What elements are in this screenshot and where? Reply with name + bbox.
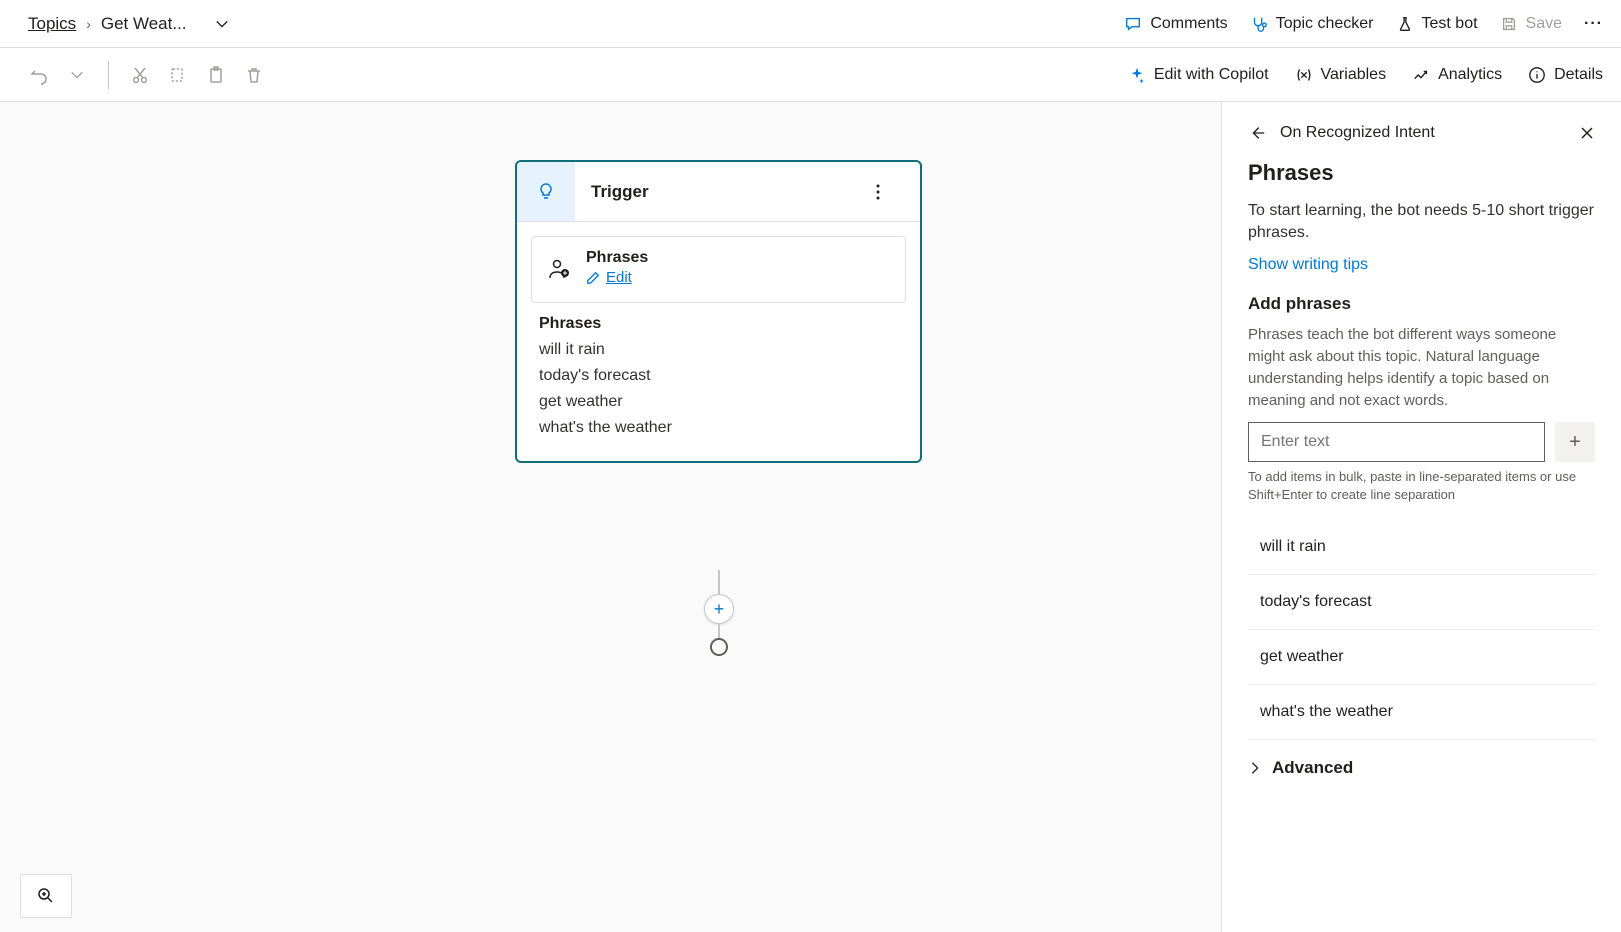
phrases-summary[interactable]: Phrases Edit bbox=[531, 236, 906, 303]
input-hint: To add items in bulk, paste in line-sepa… bbox=[1248, 468, 1595, 504]
chevron-down-icon[interactable] bbox=[215, 17, 229, 31]
add-phrases-help: Phrases teach the bot different ways som… bbox=[1248, 324, 1595, 412]
details-label: Details bbox=[1554, 66, 1603, 84]
trigger-title: Trigger bbox=[575, 182, 876, 202]
add-node-button[interactable]: + bbox=[704, 594, 734, 624]
topic-checker-label: Topic checker bbox=[1276, 15, 1374, 33]
phrase-input[interactable] bbox=[1248, 422, 1545, 462]
undo-button[interactable] bbox=[28, 64, 50, 86]
save-icon bbox=[1500, 15, 1518, 33]
details-button[interactable]: Details bbox=[1528, 66, 1603, 84]
test-bot-button[interactable]: Test bot bbox=[1396, 15, 1478, 33]
lightbulb-icon bbox=[517, 162, 575, 221]
canvas[interactable]: Trigger Phrases Edit bbox=[0, 102, 1221, 932]
topic-checker-button[interactable]: Topic checker bbox=[1250, 15, 1374, 33]
analytics-label: Analytics bbox=[1438, 66, 1502, 84]
delete-button[interactable] bbox=[243, 64, 265, 86]
edit-phrases-link[interactable]: Edit bbox=[586, 269, 632, 286]
analytics-button[interactable]: Analytics bbox=[1412, 66, 1502, 84]
edit-copilot-label: Edit with Copilot bbox=[1154, 66, 1269, 84]
paste-button[interactable] bbox=[205, 64, 227, 86]
trigger-phrase-item: will it rain bbox=[539, 337, 898, 363]
trigger-node[interactable]: Trigger Phrases Edit bbox=[515, 160, 922, 463]
toolbar-separator bbox=[108, 61, 109, 89]
trigger-phrase-item: today's forecast bbox=[539, 363, 898, 389]
panel-heading: Phrases bbox=[1248, 160, 1595, 186]
properties-panel: On Recognized Intent Phrases To start le… bbox=[1221, 102, 1621, 932]
panel-help-text: To start learning, the bot needs 5-10 sh… bbox=[1248, 200, 1595, 244]
phrase-list-header: Phrases bbox=[539, 315, 898, 333]
edit-toolbar: Edit with Copilot Variables Analytics De… bbox=[0, 48, 1621, 102]
info-icon bbox=[1528, 66, 1546, 84]
add-phrase-button[interactable]: + bbox=[1555, 422, 1595, 462]
phrase-list-item[interactable]: will it rain bbox=[1248, 520, 1595, 575]
chevron-right-icon: › bbox=[86, 16, 91, 32]
advanced-label: Advanced bbox=[1272, 758, 1353, 778]
person-chat-icon bbox=[546, 256, 572, 282]
trigger-phrase-item: what's the weather bbox=[539, 415, 898, 441]
writing-tips-link[interactable]: Show writing tips bbox=[1248, 256, 1368, 274]
panel-close-button[interactable] bbox=[1579, 125, 1595, 141]
phrases-label: Phrases bbox=[586, 249, 648, 267]
variables-icon bbox=[1295, 66, 1313, 84]
variables-button[interactable]: Variables bbox=[1295, 66, 1387, 84]
test-bot-label: Test bot bbox=[1422, 15, 1478, 33]
variables-label: Variables bbox=[1321, 66, 1387, 84]
phrase-list-item[interactable]: get weather bbox=[1248, 630, 1595, 685]
breadcrumb-current: Get Weat... bbox=[101, 14, 187, 34]
zoom-button[interactable] bbox=[20, 874, 72, 918]
comments-button[interactable]: Comments bbox=[1124, 15, 1227, 33]
panel-title: On Recognized Intent bbox=[1280, 124, 1565, 142]
save-label: Save bbox=[1526, 15, 1562, 33]
chart-icon bbox=[1412, 66, 1430, 84]
undo-history-button[interactable] bbox=[66, 64, 88, 86]
top-bar: Topics › Get Weat... Comments Topic chec… bbox=[0, 0, 1621, 48]
trigger-phrase-item: get weather bbox=[539, 389, 898, 415]
copy-button[interactable] bbox=[167, 64, 189, 86]
phrase-list-item[interactable]: what's the weather bbox=[1248, 685, 1595, 740]
end-node bbox=[710, 638, 728, 656]
stethoscope-icon bbox=[1250, 15, 1268, 33]
breadcrumb-root[interactable]: Topics bbox=[28, 14, 76, 34]
edit-copilot-button[interactable]: Edit with Copilot bbox=[1128, 66, 1269, 84]
advanced-section-toggle[interactable]: Advanced bbox=[1248, 740, 1595, 778]
add-phrases-heading: Add phrases bbox=[1248, 294, 1595, 314]
save-button: Save bbox=[1500, 15, 1562, 33]
sparkle-icon bbox=[1128, 66, 1146, 84]
chevron-right-icon bbox=[1248, 761, 1262, 775]
phrase-list-item[interactable]: today's forecast bbox=[1248, 575, 1595, 630]
more-menu-button[interactable]: ··· bbox=[1584, 15, 1603, 33]
comments-label: Comments bbox=[1150, 15, 1227, 33]
panel-back-button[interactable] bbox=[1248, 124, 1266, 142]
edit-label: Edit bbox=[606, 269, 632, 286]
flask-icon bbox=[1396, 15, 1414, 33]
comment-icon bbox=[1124, 15, 1142, 33]
breadcrumb: Topics › Get Weat... bbox=[28, 14, 229, 34]
top-actions: Comments Topic checker Test bot Save ··· bbox=[1124, 15, 1603, 33]
cut-button[interactable] bbox=[129, 64, 151, 86]
node-menu-button[interactable] bbox=[876, 184, 920, 200]
connector-line bbox=[718, 570, 720, 594]
